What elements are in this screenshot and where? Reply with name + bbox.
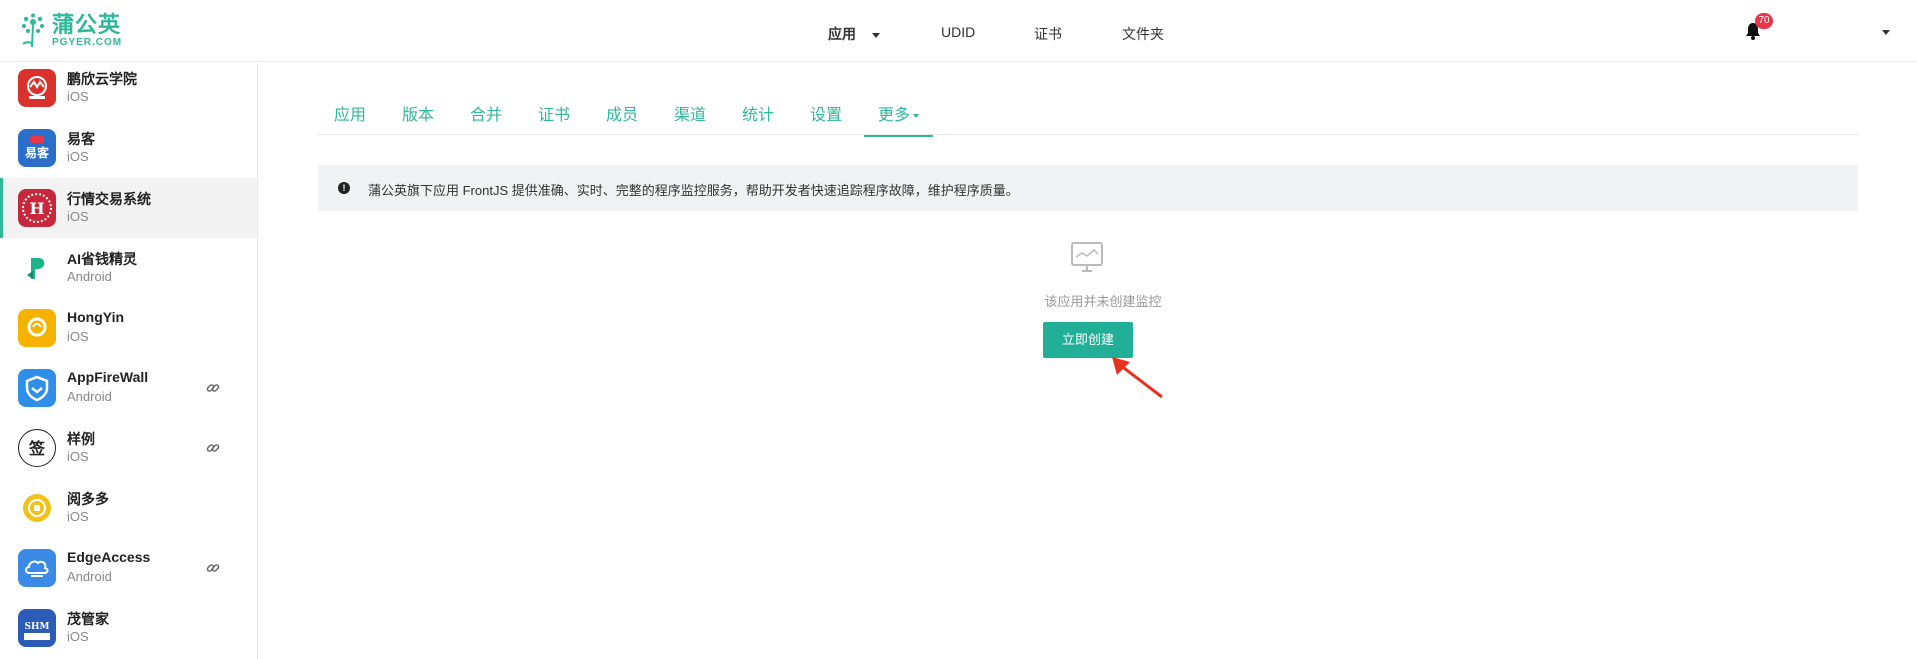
- logo-name-cn: 蒲公英: [52, 12, 122, 37]
- tab-members[interactable]: 成员: [606, 101, 638, 125]
- app-icon-pengxin: [18, 69, 56, 107]
- sidebar-app-item[interactable]: 签 样例 iOS: [0, 418, 257, 478]
- app-name: 阅多多: [67, 491, 109, 507]
- app-name: AI省钱精灵: [67, 251, 137, 267]
- app-icon-sample: 签: [18, 429, 56, 467]
- app-name: AppFireWall: [67, 369, 149, 385]
- exclamation-icon: !: [338, 182, 350, 194]
- logo-name-en: PGYER.COM: [52, 37, 123, 48]
- sidebar-app-item[interactable]: HongYin iOS: [0, 298, 257, 358]
- tab-merge[interactable]: 合并: [470, 101, 502, 125]
- app-platform: Android: [67, 389, 112, 404]
- app-sidebar: 鹏欣云学院 iOS 易客 易客 iOS H 行情交易系统 iOS AI省钱精灵 …: [0, 63, 258, 659]
- topnav-folders[interactable]: 文件夹: [1122, 24, 1164, 44]
- top-bar: 蒲公英 PGYER.COM 应用 UDID 证书 文件夹 70: [0, 0, 1917, 62]
- app-platform: iOS: [67, 449, 89, 464]
- link-icon[interactable]: [205, 560, 221, 576]
- app-name: 茂管家: [67, 611, 109, 627]
- svg-text:SHM: SHM: [25, 622, 50, 632]
- app-icon-yike: 易客: [18, 129, 56, 167]
- svg-text:易客: 易客: [25, 145, 50, 160]
- topnav-apps-label: 应用: [828, 26, 856, 42]
- app-name: 鹏欣云学院: [67, 71, 137, 87]
- app-icon-hangqing: H: [18, 189, 56, 227]
- tab-settings[interactable]: 设置: [810, 101, 842, 125]
- tab-channels[interactable]: 渠道: [674, 101, 706, 125]
- tab-more-label: 更多: [878, 107, 911, 124]
- topnav-certificates[interactable]: 证书: [1034, 24, 1062, 44]
- tab-app[interactable]: 应用: [334, 101, 366, 125]
- tab-versions[interactable]: 版本: [402, 101, 434, 125]
- app-platform: iOS: [67, 509, 89, 524]
- main-content: 应用 版本 合并 证书 成员 渠道 统计 设置 更多 ! 蒲公英旗下应用 Fro…: [258, 63, 1917, 659]
- app-platform: Android: [67, 269, 112, 284]
- user-menu-chevron-icon[interactable]: [1882, 30, 1890, 35]
- app-tabs: 应用 版本 合并 证书 成员 渠道 统计 设置 更多: [318, 91, 1858, 137]
- app-name: 易客: [67, 131, 95, 147]
- app-icon-yueduoduo: [18, 489, 56, 527]
- topnav-apps[interactable]: 应用: [828, 24, 880, 44]
- app-platform: iOS: [67, 149, 89, 164]
- arrow-annotation-icon: [1112, 357, 1163, 399]
- notification-badge: 70: [1755, 13, 1773, 29]
- topnav-udid[interactable]: UDID: [941, 24, 975, 40]
- app-name: EdgeAccess: [67, 549, 151, 565]
- app-icon-firewall: [18, 369, 56, 407]
- tab-more[interactable]: 更多: [864, 101, 934, 137]
- empty-state-text: 该应用并未创建监控: [1044, 294, 1162, 309]
- app-platform: iOS: [67, 629, 89, 644]
- svg-text:签: 签: [28, 439, 46, 458]
- chevron-down-icon: [913, 113, 920, 118]
- app-name: HongYin: [67, 309, 125, 325]
- app-platform: Android: [67, 569, 112, 584]
- app-name: 行情交易系统: [67, 191, 151, 207]
- logo[interactable]: 蒲公英 PGYER.COM: [20, 13, 122, 49]
- chevron-down-icon: [872, 32, 880, 38]
- info-notice: ! 蒲公英旗下应用 FrontJS 提供准确、实时、完整的程序监控服务，帮助开发…: [318, 165, 1858, 211]
- sidebar-app-item[interactable]: AI省钱精灵 Android: [0, 238, 257, 298]
- sidebar-app-item-active[interactable]: H 行情交易系统 iOS: [0, 178, 257, 238]
- app-platform: iOS: [67, 209, 89, 224]
- app-icon-hongyin: [18, 309, 56, 347]
- dandelion-logo-icon: [22, 13, 44, 48]
- notice-text: 蒲公英旗下应用 FrontJS 提供准确、实时、完整的程序监控服务，帮助开发者快…: [368, 183, 1019, 198]
- link-icon[interactable]: [205, 380, 221, 396]
- sidebar-app-item[interactable]: AppFireWall Android: [0, 358, 257, 418]
- app-icon-mao: SHM: [18, 609, 56, 647]
- app-platform: iOS: [67, 329, 89, 344]
- tab-certificates[interactable]: 证书: [538, 101, 570, 125]
- app-icon-edge: [18, 549, 56, 587]
- sidebar-app-item[interactable]: SHM 茂管家 iOS: [0, 598, 257, 658]
- monitor-icon: [1071, 242, 1103, 272]
- app-platform: iOS: [67, 89, 89, 104]
- app-icon-ai: [18, 249, 56, 287]
- sidebar-app-item[interactable]: EdgeAccess Android: [0, 538, 257, 598]
- svg-text:H: H: [29, 199, 44, 218]
- link-icon[interactable]: [205, 440, 221, 456]
- sidebar-app-item[interactable]: 鹏欣云学院 iOS: [0, 63, 257, 118]
- sidebar-app-item[interactable]: 易客 易客 iOS: [0, 118, 257, 178]
- app-name: 样例: [67, 431, 95, 447]
- tab-statistics[interactable]: 统计: [742, 101, 774, 125]
- sidebar-app-item[interactable]: 阅多多 iOS: [0, 478, 257, 538]
